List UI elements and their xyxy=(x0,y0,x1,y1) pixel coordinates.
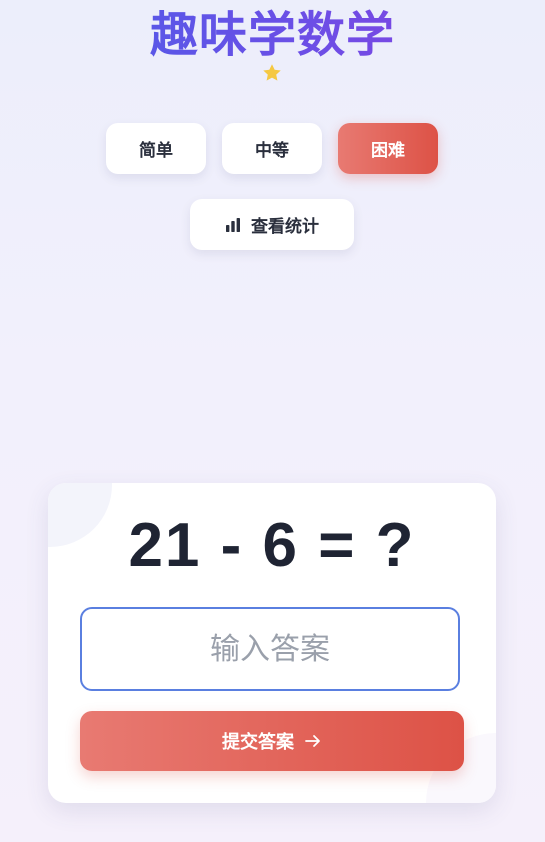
quiz-card: 21 - 6 = ? 提交答案 xyxy=(48,483,496,803)
bar-chart-icon xyxy=(226,217,240,232)
answer-input[interactable] xyxy=(80,607,460,691)
app-title: 趣味学数学 xyxy=(0,6,545,64)
difficulty-medium-button[interactable]: 中等 xyxy=(222,123,322,174)
difficulty-easy-button[interactable]: 简单 xyxy=(106,123,206,174)
math-problem: 21 - 6 = ? xyxy=(128,511,416,580)
submit-answer-button[interactable]: 提交答案 xyxy=(80,711,464,771)
submit-answer-label: 提交答案 xyxy=(222,732,294,752)
difficulty-hard-button[interactable]: 困难 xyxy=(338,123,438,174)
view-stats-button[interactable]: 查看统计 xyxy=(190,199,354,250)
arrow-right-icon xyxy=(305,735,320,747)
view-stats-label: 查看统计 xyxy=(251,217,319,237)
difficulty-selector: 简单 中等 困难 xyxy=(106,123,438,174)
star-icon xyxy=(263,64,281,81)
